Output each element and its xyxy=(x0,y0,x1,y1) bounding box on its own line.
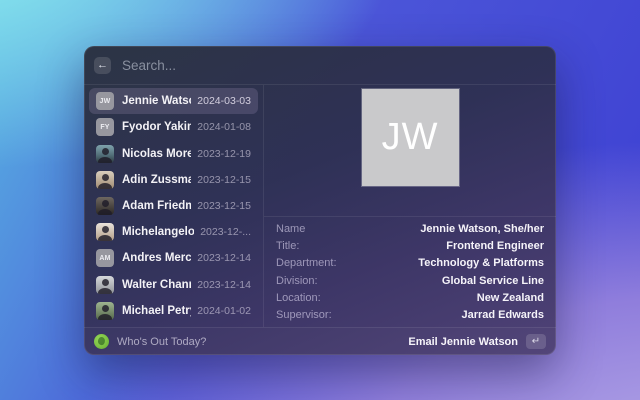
field-label: Division: xyxy=(276,275,318,287)
search-input[interactable] xyxy=(120,57,546,74)
match-date: 2023-12-15 xyxy=(197,200,251,212)
enter-key-icon: ↵ xyxy=(532,337,540,347)
primary-action-label: Email Jennie Watson xyxy=(408,336,518,348)
field-value: New Zealand xyxy=(477,292,544,304)
field-row: Name Jennie Watson, She/her xyxy=(276,220,544,237)
match-date: 2023-12-19 xyxy=(197,148,251,160)
bamboohr-extension-icon xyxy=(94,334,109,349)
person-photo-avatar xyxy=(96,197,114,215)
person-name: Walter Channell xyxy=(122,279,191,291)
field-value: Global Service Line xyxy=(442,275,544,287)
person-row[interactable]: Walter Channell 2023-12-14 xyxy=(89,272,258,298)
avatar-initials: AM xyxy=(99,255,110,262)
match-date: 2023-12-15 xyxy=(197,174,251,186)
back-arrow-icon: ← xyxy=(97,60,108,71)
field-value: Technology & Platforms xyxy=(418,257,544,269)
person-name: Fyodor Yakimchouk xyxy=(122,121,191,133)
person-name: Michelangelo Huang... xyxy=(122,226,194,238)
person-avatar: AM xyxy=(96,249,114,267)
field-row: Location: New Zealand xyxy=(276,289,544,306)
person-photo-avatar xyxy=(96,223,114,241)
field-value: Jarrad Edwards xyxy=(461,309,544,321)
person-name: Andres Mercado xyxy=(122,252,191,264)
person-row[interactable]: AM Andres Mercado 2023-12-14 xyxy=(89,245,258,271)
enter-key-badge: ↵ xyxy=(526,334,546,349)
field-label: Title: xyxy=(276,240,299,252)
window-body: JW Jennie Watson 2024-03-03 FY Fyodor Ya… xyxy=(84,85,556,327)
profile-initials: JW xyxy=(382,116,439,159)
person-row[interactable]: Michelangelo Huang... 2023-12-... xyxy=(89,219,258,245)
field-value: Jennie Watson, She/her xyxy=(420,223,544,235)
field-row: Supervisor: Jarrad Edwards xyxy=(276,307,544,324)
person-name: Adin Zussman xyxy=(122,174,191,186)
person-name: Michael Petry xyxy=(122,305,191,317)
field-label: Location: xyxy=(276,292,321,304)
person-row[interactable]: JW Jennie Watson 2024-03-03 xyxy=(89,88,258,114)
field-row: Title: Frontend Engineer xyxy=(276,237,544,254)
avatar-initials: JW xyxy=(100,98,111,105)
back-button[interactable]: ← xyxy=(94,57,111,74)
profile-fields: Name Jennie Watson, She/her Title: Front… xyxy=(264,216,556,327)
person-photo-avatar xyxy=(96,276,114,294)
match-date: 2024-03-03 xyxy=(197,95,251,107)
desktop-background: ← JW Jennie Watson 2024-03-03 FY Fyodor … xyxy=(0,0,640,400)
detail-panel: JW Name Jennie Watson, She/her Title: Fr… xyxy=(264,85,556,327)
person-photo-avatar xyxy=(96,302,114,320)
field-row: Division: Global Service Line xyxy=(276,272,544,289)
profile-section: JW xyxy=(264,85,556,216)
person-name: Nicolas Moreno xyxy=(122,148,191,160)
person-row[interactable]: Michael Petry 2024-01-02 xyxy=(89,298,258,324)
launcher-window: ← JW Jennie Watson 2024-03-03 FY Fyodor … xyxy=(84,46,556,355)
field-label: Name xyxy=(276,223,305,235)
field-row: Department: Technology & Platforms xyxy=(276,255,544,272)
match-date: 2024-01-08 xyxy=(197,121,251,133)
field-value: Frontend Engineer xyxy=(446,240,544,252)
person-row[interactable]: FY Fyodor Yakimchouk 2024-01-08 xyxy=(89,114,258,140)
people-list: JW Jennie Watson 2024-03-03 FY Fyodor Ya… xyxy=(84,85,264,327)
extension-name: Who's Out Today? xyxy=(117,336,408,348)
match-date: 2023-12-... xyxy=(200,226,251,238)
person-name: Adam Friedman xyxy=(122,200,191,212)
match-date: 2024-01-02 xyxy=(197,305,251,317)
field-label: Department: xyxy=(276,257,337,269)
field-label: Supervisor: xyxy=(276,309,332,321)
match-date: 2023-12-14 xyxy=(197,279,251,291)
person-row[interactable]: Adam Friedman 2023-12-15 xyxy=(89,193,258,219)
person-avatar: FY xyxy=(96,118,114,136)
search-header: ← xyxy=(84,46,556,85)
person-photo-avatar xyxy=(96,145,114,163)
person-photo-avatar xyxy=(96,171,114,189)
avatar-initials: FY xyxy=(100,124,109,131)
person-avatar: JW xyxy=(96,92,114,110)
person-row[interactable]: Nicolas Moreno 2023-12-19 xyxy=(89,140,258,166)
match-date: 2023-12-14 xyxy=(197,252,251,264)
person-row[interactable]: Adin Zussman 2023-12-15 xyxy=(89,167,258,193)
person-name: Jennie Watson xyxy=(122,95,191,107)
profile-avatar: JW xyxy=(362,89,459,186)
primary-action-button[interactable]: Email Jennie Watson ↵ xyxy=(408,334,546,349)
action-bar: Who's Out Today? Email Jennie Watson ↵ xyxy=(84,327,556,355)
